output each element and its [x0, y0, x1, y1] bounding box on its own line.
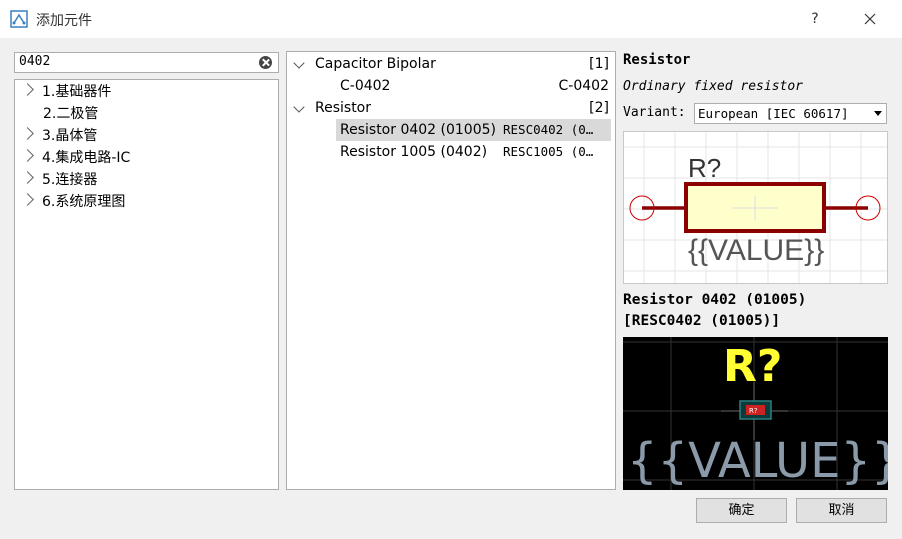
category-item[interactable]: 6.系统原理图	[21, 191, 125, 213]
category-item[interactable]: 4.集成电路-IC	[21, 147, 130, 169]
chevron-right-icon[interactable]	[21, 193, 34, 206]
footprint-graphic: R? R? {{VALUE}}	[623, 337, 888, 490]
category-item[interactable]: 5.连接器	[21, 169, 97, 191]
variant-value: European [IEC 60617]	[698, 106, 849, 121]
clear-search-icon[interactable]	[259, 56, 272, 69]
category-list[interactable]: 1.基础器件 2.二极管 3.晶体管 4.集成电路-IC 5.连接器 6.系统原…	[14, 79, 279, 490]
chevron-down-icon[interactable]	[293, 57, 305, 69]
category-item[interactable]: 2.二极管	[23, 103, 98, 125]
footprint-ref-designator: R?	[723, 341, 782, 392]
close-icon[interactable]	[856, 6, 884, 32]
category-item[interactable]: 1.基础器件	[21, 81, 111, 103]
cancel-button[interactable]: 取消	[796, 498, 887, 523]
window-title: 添加元件	[36, 13, 92, 29]
variant-label: Variant:	[623, 105, 686, 120]
variant-select[interactable]: European [IEC 60617]	[694, 103, 887, 124]
symbol-ref-designator: R?	[688, 153, 721, 183]
search-input[interactable]: 0402	[14, 52, 279, 73]
category-item[interactable]: 3.晶体管	[21, 125, 97, 147]
chevron-down-icon[interactable]	[293, 101, 305, 113]
chevron-right-icon[interactable]	[21, 83, 34, 96]
search-value: 0402	[19, 54, 51, 69]
footprint-preview: R? R? {{VALUE}}	[623, 337, 888, 490]
symbol-value-label: {{VALUE}}	[688, 234, 824, 267]
schematic-symbol: R? {{VALUE}}	[624, 132, 887, 283]
part-name: Resistor 0402 (01005) [RESC0402 (01005)]	[623, 292, 807, 329]
title-bar: 添加元件 ?	[0, 0, 902, 39]
tree-group-row[interactable]: Capacitor Bipolar [1]	[287, 53, 615, 75]
schematic-preview: R? {{VALUE}}	[623, 131, 888, 284]
dropdown-arrow-icon[interactable]	[874, 111, 882, 116]
pad-label: R?	[749, 407, 758, 415]
help-button[interactable]: ?	[804, 8, 826, 30]
preview-description: Ordinary fixed resistor	[623, 79, 804, 94]
preview-title: Resistor	[623, 52, 691, 68]
chevron-right-icon[interactable]	[21, 149, 34, 162]
chevron-right-icon[interactable]	[21, 127, 34, 140]
tree-group-row[interactable]: Resistor [2]	[287, 97, 615, 119]
component-tree[interactable]: Capacitor Bipolar [1] C-0402 C-0402 Resi…	[286, 51, 616, 490]
tree-item-row-selected[interactable]: Resistor 0402 (01005) RESC0402 (0…	[287, 119, 615, 141]
tree-item-row[interactable]: Resistor 1005 (0402) RESC1005 (0…	[287, 141, 615, 163]
footprint-value-label: {{VALUE}}	[627, 433, 888, 489]
ok-button[interactable]: 确定	[696, 498, 787, 523]
tree-item-row[interactable]: C-0402 C-0402	[287, 75, 615, 97]
app-icon	[10, 10, 28, 28]
chevron-right-icon[interactable]	[21, 171, 34, 184]
